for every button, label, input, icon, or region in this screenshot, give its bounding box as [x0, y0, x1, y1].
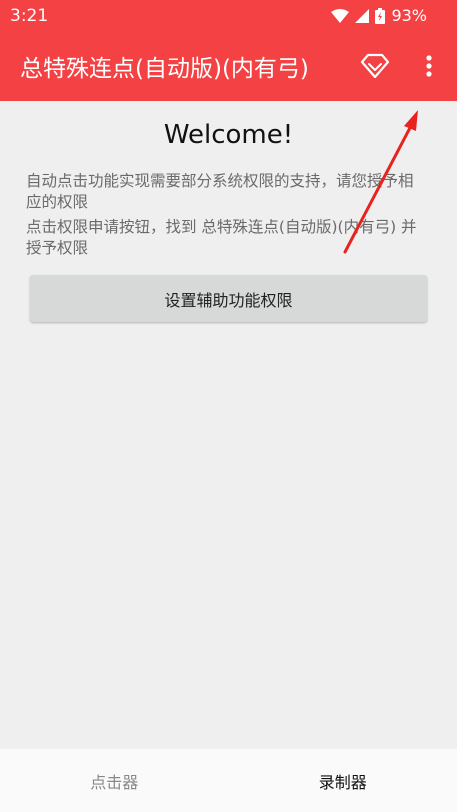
permission-message: 自动点击功能实现需要部分系统权限的支持，请您授予相应的权限: [26, 172, 414, 211]
status-time: 3:21: [10, 6, 49, 26]
more-vert-icon[interactable]: [422, 52, 436, 80]
welcome-heading: Welcome!: [163, 120, 294, 150]
permission-instruction: 点击权限申请按钮，找到 总特殊连点(自动版)(内有弓) 并授予权限: [26, 218, 417, 257]
bottom-nav: 点击器 录制器: [0, 749, 457, 812]
wifi-icon: [331, 8, 350, 23]
diamond-icon[interactable]: [360, 52, 390, 80]
signal-icon: [355, 8, 370, 23]
battery-icon: [375, 7, 386, 24]
battery-percent: 93%: [391, 6, 427, 25]
status-icons: 93%: [331, 6, 427, 25]
app-title: 总特殊连点(自动版)(内有弓): [20, 56, 309, 82]
accessibility-permission-button[interactable]: 设置辅助功能权限: [30, 275, 427, 322]
nav-item-recorder[interactable]: 录制器: [229, 749, 457, 812]
app-bar: 3:21 93% 总特殊连点(自动版)(内有弓): [0, 0, 457, 101]
nav-item-clicker[interactable]: 点击器: [0, 749, 229, 812]
